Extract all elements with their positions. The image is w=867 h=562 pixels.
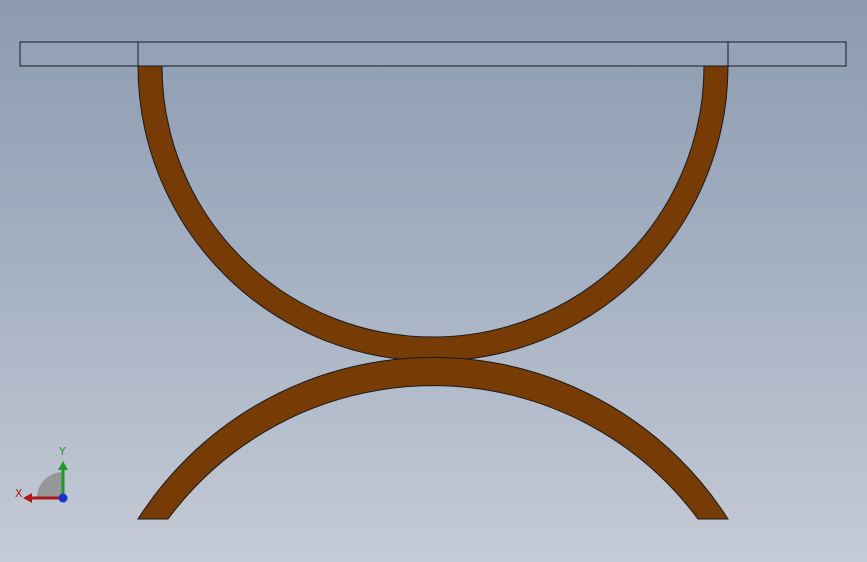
y-axis-arrow-icon xyxy=(58,461,68,470)
triad-plane-indicator xyxy=(37,472,63,498)
axis-triad[interactable]: Y X xyxy=(10,440,80,510)
cad-viewport[interactable]: Y X xyxy=(0,0,867,562)
y-axis-label: Y xyxy=(58,445,66,458)
x-axis-label: X xyxy=(15,487,23,500)
upper-leg-arc[interactable] xyxy=(137,65,729,362)
tabletop[interactable] xyxy=(19,41,847,67)
model-view[interactable] xyxy=(0,0,867,562)
lower-leg-arc[interactable] xyxy=(137,356,729,520)
z-axis-dot-icon xyxy=(58,493,68,503)
x-axis-arrow-icon xyxy=(23,493,32,503)
